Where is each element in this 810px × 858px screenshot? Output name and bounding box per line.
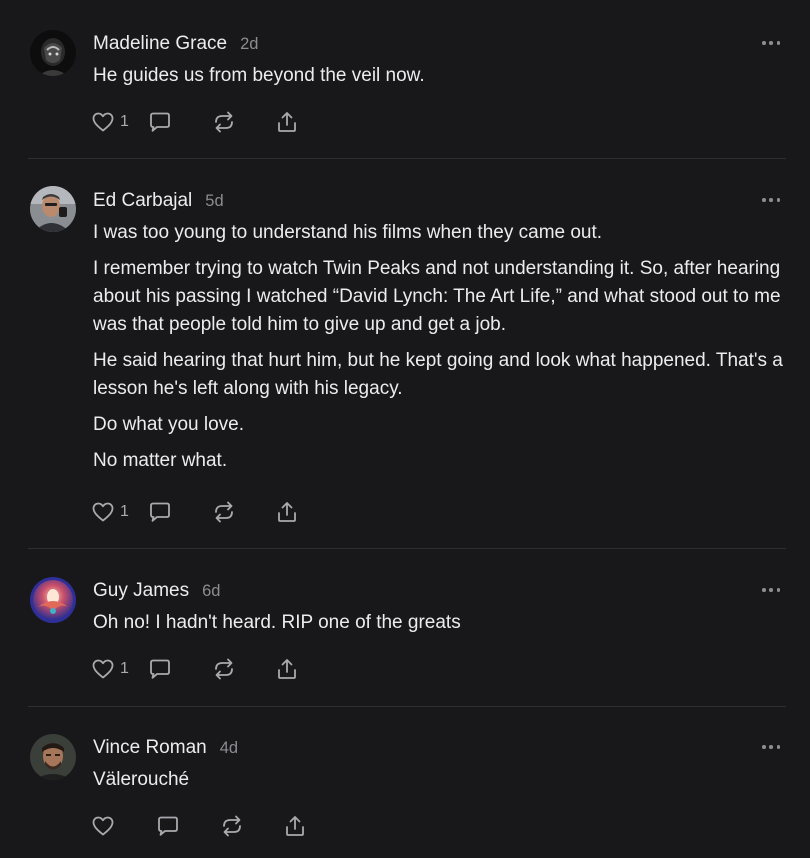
share-button[interactable]	[283, 814, 313, 838]
comment-text: He said hearing that hurt him, but he ke…	[93, 350, 783, 399]
comment-header: Guy James 6d	[93, 580, 220, 602]
avatar-image	[30, 577, 76, 623]
author-name[interactable]: Ed Carbajal	[93, 190, 192, 212]
more-options-icon[interactable]	[762, 197, 780, 203]
timestamp[interactable]: 6d	[202, 582, 220, 601]
comment-actions: 1	[91, 109, 305, 135]
share-icon	[286, 816, 304, 836]
restack-icon	[215, 501, 233, 523]
more-options-icon[interactable]	[762, 744, 780, 750]
comment-actions: 1	[91, 499, 305, 525]
restack-button[interactable]	[219, 814, 283, 838]
comment-bubble-icon	[150, 112, 170, 132]
share-button[interactable]	[275, 500, 305, 524]
avatar[interactable]	[30, 734, 76, 780]
comment-bubble-icon	[158, 816, 178, 836]
comment-text: Oh no! I hadn't heard. RIP one of the gr…	[93, 612, 461, 633]
author-name[interactable]: Vince Roman	[93, 737, 207, 759]
like-button[interactable]: 1	[91, 110, 147, 134]
heart-icon	[92, 112, 114, 132]
timestamp[interactable]: 4d	[220, 739, 238, 758]
share-button[interactable]	[275, 657, 305, 681]
like-count: 1	[120, 660, 129, 677]
comment-text: He guides us from beyond the veil now.	[93, 65, 425, 86]
author-name[interactable]: Madeline Grace	[93, 33, 227, 55]
reply-button[interactable]	[147, 500, 211, 524]
avatar[interactable]	[30, 577, 76, 623]
comment-text: Välerouché	[93, 769, 190, 790]
avatar[interactable]	[30, 186, 76, 232]
comment-actions: 1	[91, 656, 305, 682]
like-button[interactable]: 1	[91, 657, 147, 681]
avatar-image	[30, 186, 76, 232]
reply-button[interactable]	[155, 814, 219, 838]
share-icon	[278, 112, 296, 132]
share-icon	[278, 502, 296, 522]
heart-icon	[92, 816, 114, 836]
reply-button[interactable]	[147, 657, 211, 681]
comment-text: I remember trying to watch Twin Peaks an…	[93, 258, 781, 335]
divider	[28, 548, 786, 549]
like-count: 1	[120, 113, 129, 130]
heart-icon	[92, 502, 114, 522]
restack-icon	[215, 658, 233, 680]
restack-button[interactable]	[211, 657, 275, 681]
comment-body: Oh no! I hadn't heard. RIP one of the gr…	[93, 609, 783, 645]
share-button[interactable]	[275, 110, 305, 134]
more-options-icon[interactable]	[762, 40, 780, 46]
comment-text: No matter what.	[93, 450, 228, 471]
restack-button[interactable]	[211, 500, 275, 524]
comment-header: Madeline Grace 2d	[93, 33, 258, 55]
like-count: 1	[120, 503, 129, 520]
comment-body: I was too young to understand his films …	[93, 219, 783, 483]
comment-header: Vince Roman 4d	[93, 737, 238, 759]
restack-icon	[223, 815, 241, 837]
avatar-image	[30, 30, 76, 76]
like-button[interactable]	[91, 814, 155, 838]
comment-bubble-icon	[150, 502, 170, 522]
comment-actions	[91, 813, 313, 839]
comment-header: Ed Carbajal 5d	[93, 190, 224, 212]
divider	[28, 706, 786, 707]
timestamp[interactable]: 5d	[205, 192, 223, 211]
comment-body: He guides us from beyond the veil now.	[93, 62, 783, 98]
more-options-icon[interactable]	[762, 587, 780, 593]
timestamp[interactable]: 2d	[240, 35, 258, 54]
author-name[interactable]: Guy James	[93, 580, 189, 602]
restack-button[interactable]	[211, 110, 275, 134]
comment-text: I was too young to understand his films …	[93, 222, 603, 243]
heart-icon	[92, 659, 114, 679]
divider	[28, 158, 786, 159]
restack-icon	[215, 111, 233, 133]
reply-button[interactable]	[147, 110, 211, 134]
avatar-image	[30, 734, 76, 780]
like-button[interactable]: 1	[91, 500, 147, 524]
share-icon	[278, 659, 296, 679]
comment-bubble-icon	[150, 659, 170, 679]
avatar[interactable]	[30, 30, 76, 76]
comment-body: Välerouché	[93, 766, 783, 802]
comment-text: Do what you love.	[93, 414, 245, 435]
